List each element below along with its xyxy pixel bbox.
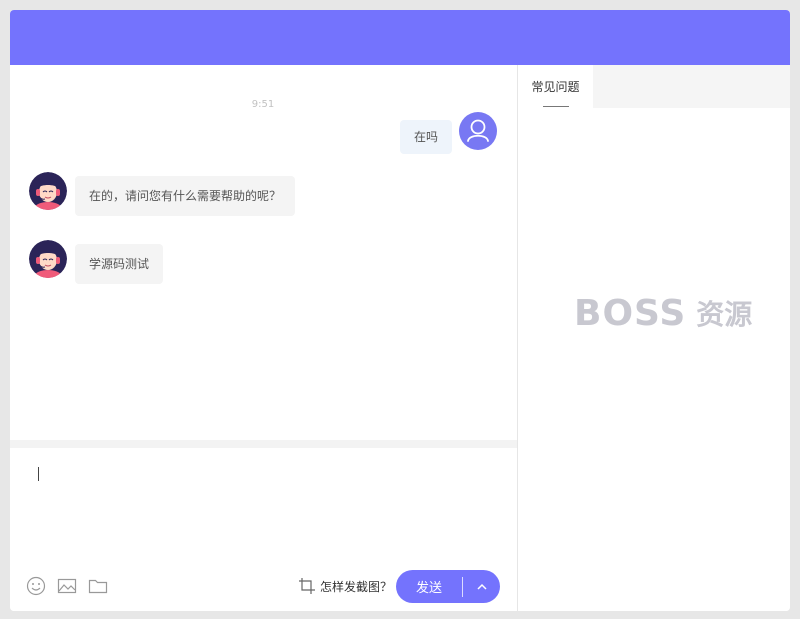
agent-avatar-icon — [29, 240, 67, 278]
tab-faq-label: 常见问题 — [531, 80, 580, 94]
agent-avatar-icon — [29, 172, 67, 210]
tab-faq[interactable]: 常见问题 — [518, 65, 593, 108]
send-button[interactable]: 发送 — [396, 577, 462, 596]
send-button-group: 发送 — [396, 570, 500, 603]
emoji-icon[interactable] — [26, 576, 46, 596]
screenshot-help-link[interactable]: 怎样发截图？ — [298, 577, 392, 595]
message-timestamp: 9:51 — [251, 99, 275, 110]
agent-message-bubble: 在的，请问您有什么需要帮助的呢？ — [75, 176, 296, 216]
user-message-bubble: 在吗 — [400, 120, 453, 154]
crop-icon — [299, 578, 315, 594]
composer-divider — [10, 440, 517, 448]
text-cursor — [38, 467, 39, 481]
chat-window: 9:51 在吗 在的，请问您有什么需要帮助的呢？ 学源码测试 怎样发截图？ 发送… — [10, 10, 790, 611]
active-tab-indicator — [543, 106, 569, 107]
send-options-button[interactable] — [463, 570, 500, 603]
agent-avatar — [29, 172, 67, 210]
watermark-cjk: 资源 — [696, 298, 753, 331]
chat-panel: 9:51 在吗 在的，请问您有什么需要帮助的呢？ 学源码测试 怎样发截图？ 发送 — [10, 65, 517, 611]
agent-message-bubble: 学源码测试 — [75, 244, 164, 284]
user-avatar — [459, 112, 497, 150]
chevron-up-icon — [476, 583, 487, 590]
faq-panel: 常见问题 BOSS 资源 — [518, 65, 790, 611]
message-list[interactable]: 9:51 在吗 在的，请问您有什么需要帮助的呢？ 学源码测试 — [10, 65, 517, 440]
user-icon — [467, 119, 489, 142]
screenshot-help-label: 怎样发截图？ — [320, 579, 393, 594]
watermark: BOSS 资源 — [574, 292, 753, 334]
header-bar — [10, 10, 790, 65]
message-input[interactable]: 怎样发截图？ 发送 — [10, 448, 517, 611]
watermark-latin: BOSS — [574, 292, 687, 334]
tab-bar: 常见问题 — [518, 65, 790, 108]
agent-avatar — [29, 240, 67, 278]
image-icon[interactable] — [57, 576, 77, 596]
folder-icon[interactable] — [88, 576, 108, 596]
